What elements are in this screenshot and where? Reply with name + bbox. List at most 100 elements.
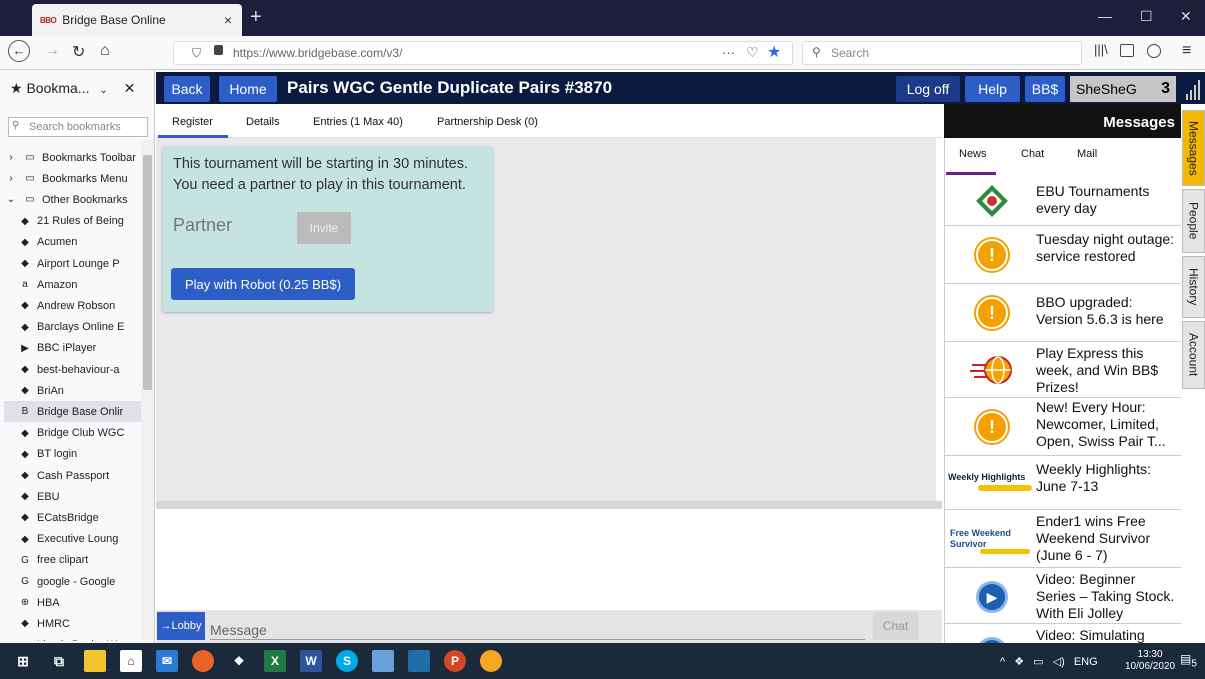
home-button[interactable]: Home	[219, 76, 277, 102]
invite-button[interactable]: Invite	[297, 212, 351, 244]
page-actions-icon[interactable]: ···	[722, 45, 735, 60]
bookmark-item[interactable]: › ▭ Bookmarks Toolbar	[4, 147, 144, 168]
home-icon[interactable]: ⌂	[100, 42, 110, 60]
task-view-icon[interactable]: ⧉	[48, 650, 70, 672]
tab-mail[interactable]: Mail	[1077, 148, 1097, 160]
bookmark-item[interactable]: ▶ BBC iPlayer	[4, 338, 144, 359]
chevron-right-icon[interactable]: ›	[4, 152, 18, 163]
word-icon[interactable]: W	[300, 650, 322, 672]
tab-chat[interactable]: Chat	[1021, 148, 1044, 160]
close-window-icon[interactable]: ✕	[1180, 8, 1192, 25]
lock-icon[interactable]	[214, 45, 223, 55]
logoff-button[interactable]: Log off	[896, 76, 960, 102]
search-input[interactable]: Search	[802, 41, 1082, 65]
dropbox-tray-icon[interactable]: ❖	[1014, 656, 1024, 668]
tab-details[interactable]: Details	[246, 116, 280, 128]
library-icon[interactable]: |||\	[1094, 42, 1108, 57]
close-sidebar-icon[interactable]: ✕	[124, 80, 136, 96]
volume-icon[interactable]: ◁)	[1053, 656, 1065, 668]
bbs-button[interactable]: BB$	[1025, 76, 1065, 102]
news-item[interactable]: ! BBO upgraded: Version 5.6.3 is here	[944, 285, 1181, 342]
bookmark-item[interactable]: ◆ Airport Lounge P	[4, 253, 144, 274]
side-tab-messages[interactable]: Messages	[1182, 110, 1205, 186]
app-circle-icon[interactable]	[480, 650, 502, 672]
shield-icon[interactable]: ⛉	[192, 46, 201, 61]
bookmark-search-input[interactable]: Search bookmarks	[8, 117, 148, 137]
chevron-up-icon[interactable]: ^	[1000, 656, 1005, 668]
windows-start-icon[interactable]: ⊞	[12, 650, 34, 672]
tab-entries[interactable]: Entries (1 Max 40)	[313, 116, 403, 128]
sidebar-header[interactable]: ★ Bookma... ⌄ ✕	[10, 80, 135, 97]
forward-arrow-icon[interactable]: →	[44, 42, 60, 60]
tab-news[interactable]: News	[959, 148, 987, 160]
news-item[interactable]: ▶ Video: Beginner Series – Taking Stock.…	[944, 569, 1181, 624]
lobby-button[interactable]: →Lobby	[157, 612, 205, 640]
bookmark-item[interactable]: ◆ 21 Rules of Being	[4, 211, 144, 232]
maximize-icon[interactable]: ☐	[1140, 8, 1153, 25]
news-item[interactable]: ! New! Every Hour: Newcomer, Limited, Op…	[944, 399, 1181, 456]
back-button[interactable]: Back	[164, 76, 210, 102]
powerpoint-icon[interactable]: P	[444, 650, 466, 672]
sidebar-scroll-thumb[interactable]	[143, 155, 152, 390]
bookmark-item[interactable]: ◆ BriAn	[4, 380, 144, 401]
back-arrow-icon[interactable]: ←	[8, 40, 30, 62]
bookmark-item[interactable]: ⌄ ▭ Other Bookmarks	[4, 189, 144, 210]
message-input[interactable]: Message	[210, 622, 865, 640]
excel-icon[interactable]: X	[264, 650, 286, 672]
bookmark-item[interactable]: a Amazon	[4, 274, 144, 295]
system-tray[interactable]: ^ ❖ ▭ ◁) ENG	[1000, 655, 1098, 668]
close-tab-icon[interactable]: ×	[224, 12, 232, 28]
tab-partnership-desk[interactable]: Partnership Desk (0)	[437, 116, 538, 128]
panel-divider[interactable]	[156, 501, 942, 509]
url-text[interactable]: https://www.bridgebase.com/v3/	[233, 46, 402, 60]
menu-icon[interactable]: ≡	[1182, 42, 1191, 60]
bookmark-item[interactable]: Ggoogle - Google	[4, 571, 144, 592]
sidebar-toggle-icon[interactable]	[1120, 44, 1134, 57]
bookmark-item[interactable]: ◆ Andrew Robson	[4, 295, 144, 316]
side-tab-history[interactable]: History	[1182, 256, 1205, 318]
file-explorer-icon[interactable]	[84, 650, 106, 672]
bookmark-item[interactable]: ◆ best-behaviour-a	[4, 359, 144, 380]
chevron-right-icon[interactable]: ›	[4, 173, 18, 184]
play-with-robot-button[interactable]: Play with Robot (0.25 BB$)	[171, 268, 355, 300]
bookmark-item[interactable]: B Bridge Base Onlir	[4, 401, 144, 423]
bookmark-star-icon[interactable]: ★	[767, 42, 781, 62]
dropbox-icon[interactable]: ❖	[228, 650, 250, 672]
bookmark-item[interactable]: ◆ Acumen	[4, 232, 144, 253]
bookmark-item[interactable]: ◆ EBU	[4, 486, 144, 507]
account-icon[interactable]	[1147, 44, 1161, 58]
minimize-icon[interactable]: —	[1098, 8, 1112, 24]
bookmark-item[interactable]: ◆ Cash Passport	[4, 465, 144, 486]
mail-icon[interactable]: ✉	[156, 650, 178, 672]
bookmark-item[interactable]: ⊕ HBA	[4, 592, 144, 613]
browser-tab[interactable]: BBO Bridge Base Online ×	[32, 4, 242, 36]
chat-button[interactable]: Chat	[873, 612, 918, 640]
skype-icon[interactable]: S	[336, 650, 358, 672]
news-item[interactable]: Weekly Highlights Weekly Highlights: Jun…	[944, 457, 1181, 510]
username-badge[interactable]: SheSheG 3	[1070, 76, 1176, 102]
news-item[interactable]: Free Weekend Survivor Ender1 wins Free W…	[944, 511, 1181, 568]
firefox-icon[interactable]	[192, 650, 214, 672]
bookmark-item[interactable]: ◆ Lloyds Bank - We	[4, 635, 144, 641]
bookmark-item[interactable]: Gfree clipart	[4, 550, 144, 571]
chevron-down-icon[interactable]: ⌄	[99, 85, 107, 96]
bookmark-item[interactable]: ◆ Barclays Online E	[4, 317, 144, 338]
network-icon[interactable]: ▭	[1033, 656, 1043, 668]
side-tab-people[interactable]: People	[1182, 189, 1205, 253]
news-item[interactable]: Play Express this week, and Win BB$ Priz…	[944, 343, 1181, 398]
news-item[interactable]: EBU Tournaments every day	[944, 175, 1181, 226]
language-indicator[interactable]: ENG	[1074, 656, 1098, 668]
bookmark-item[interactable]: ◆ Bridge Club WGC	[4, 423, 144, 444]
help-button[interactable]: Help	[965, 76, 1020, 102]
bookmark-item[interactable]: ◆ BT login	[4, 444, 144, 465]
tab-register[interactable]: Register	[172, 116, 213, 128]
new-tab-icon[interactable]: +	[250, 6, 262, 29]
notifications-icon[interactable]: ▤5	[1180, 652, 1197, 669]
news-item[interactable]: ▶ Video: Simulating	[944, 625, 1181, 643]
news-item[interactable]: ! Tuesday night outage: service restored	[944, 227, 1181, 284]
side-tab-account[interactable]: Account	[1182, 321, 1205, 389]
bookmark-item[interactable]: ◆ Executive Loung	[4, 529, 144, 550]
photos-icon[interactable]	[372, 650, 394, 672]
chevron-down-icon[interactable]: ⌄	[4, 194, 18, 205]
clock[interactable]: 13:30 10/06/2020	[1125, 649, 1175, 673]
